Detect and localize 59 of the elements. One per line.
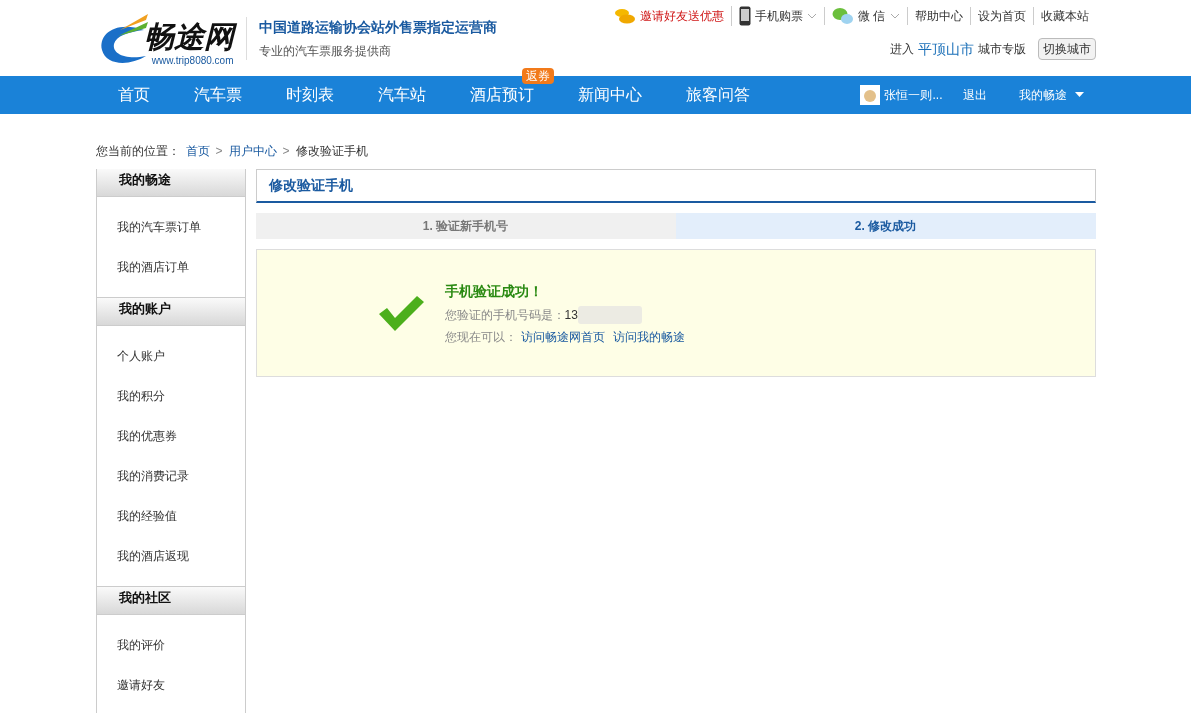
caret-icon xyxy=(1074,92,1084,98)
step: 2. 修改成功 xyxy=(675,213,1096,239)
breadcrumb-link[interactable]: 首页 xyxy=(185,142,210,160)
top-link[interactable]: 微 信 xyxy=(858,7,886,25)
phone-icon xyxy=(739,6,752,26)
panel-title: 修改验证手机 xyxy=(268,176,353,195)
sidebar-link[interactable]: 我的酒店订单 xyxy=(96,247,245,287)
avatar-icon xyxy=(860,85,881,105)
breadcrumb-link[interactable]: 用户中心 xyxy=(228,142,277,160)
logout-link[interactable]: 退出 xyxy=(962,86,987,104)
username-link[interactable]: 张恒一则... xyxy=(884,86,943,104)
breadcrumb-separator: > xyxy=(282,143,290,160)
checkmark-icon xyxy=(376,294,425,332)
sidebar-heading: 我的社区 xyxy=(96,587,245,615)
sidebar-link[interactable]: 个人账户 xyxy=(96,336,245,376)
logo-url: www.trip8080.com xyxy=(151,56,234,66)
top-link[interactable]: 手机购票 xyxy=(755,7,804,25)
sidebar-link[interactable]: 我的评价 xyxy=(96,625,245,665)
top-link[interactable]: 邀请好友送优惠 xyxy=(640,7,725,25)
chevron-icon xyxy=(807,13,818,19)
sidebar-link[interactable]: 邀请好友 xyxy=(96,665,245,705)
nav-item[interactable]: 首页 xyxy=(95,76,172,114)
nav-item[interactable]: 汽车站 xyxy=(355,76,448,114)
chevron-icon xyxy=(889,13,900,19)
sidebar-link[interactable]: 我的积分 xyxy=(96,376,245,416)
sidebar-heading: 我的账户 xyxy=(96,298,245,326)
sidebar-link[interactable]: 我的优惠券 xyxy=(96,416,245,456)
phone-number: 13 xyxy=(564,306,578,324)
sidebar-link[interactable]: 我的消费记录 xyxy=(96,456,245,496)
result-link[interactable]: 访问畅途网首页 xyxy=(520,327,605,346)
account-menu[interactable]: 我的畅途 xyxy=(1018,86,1084,104)
result-title: 手机验证成功！ xyxy=(444,281,544,301)
top-link[interactable]: 帮助中心 xyxy=(914,7,963,25)
top-link[interactable]: 收藏本站 xyxy=(1040,7,1089,25)
nav-badge: 返券 xyxy=(521,68,554,84)
phone-label: 您验证的手机号码是： xyxy=(444,306,565,324)
breadcrumb-separator: > xyxy=(215,143,223,160)
slogan-subtitle: 专业的汽车票服务提供商 xyxy=(258,42,392,60)
top-link[interactable]: 设为首页 xyxy=(977,7,1026,25)
sidebar-link[interactable]: 我的经验值 xyxy=(96,496,245,536)
sidebar-link[interactable]: 我的汽车票订单 xyxy=(96,207,245,247)
switch-city-button[interactable]: 切换城市 xyxy=(1037,38,1096,60)
city-suffix: 城市专版 xyxy=(977,41,1026,58)
nav-item[interactable]: 旅客问答 xyxy=(663,76,772,114)
breadcrumb-current: 修改验证手机 xyxy=(295,143,368,160)
next-label: 您现在可以： xyxy=(444,328,517,346)
sidebar-heading: 我的畅途 xyxy=(96,169,245,197)
slogan-title: 中国道路运输协会站外售票指定运营商 xyxy=(258,17,497,37)
step: 1. 验证新手机号 xyxy=(255,213,676,239)
nav-item[interactable]: 新闻中心 xyxy=(555,76,664,114)
coins-icon xyxy=(614,8,637,24)
wechat-icon xyxy=(832,7,855,25)
breadcrumb-label: 您当前的位置： xyxy=(95,143,180,160)
city-prefix: 进入 xyxy=(889,41,914,58)
sidebar-link[interactable]: 我的酒店返现 xyxy=(96,536,245,576)
nav-item[interactable]: 时刻表 xyxy=(263,76,356,114)
result-link[interactable]: 访问我的畅途 xyxy=(612,327,685,346)
nav-item[interactable]: 汽车票 xyxy=(171,76,264,114)
city-link[interactable]: 平顶山市 xyxy=(917,38,974,60)
